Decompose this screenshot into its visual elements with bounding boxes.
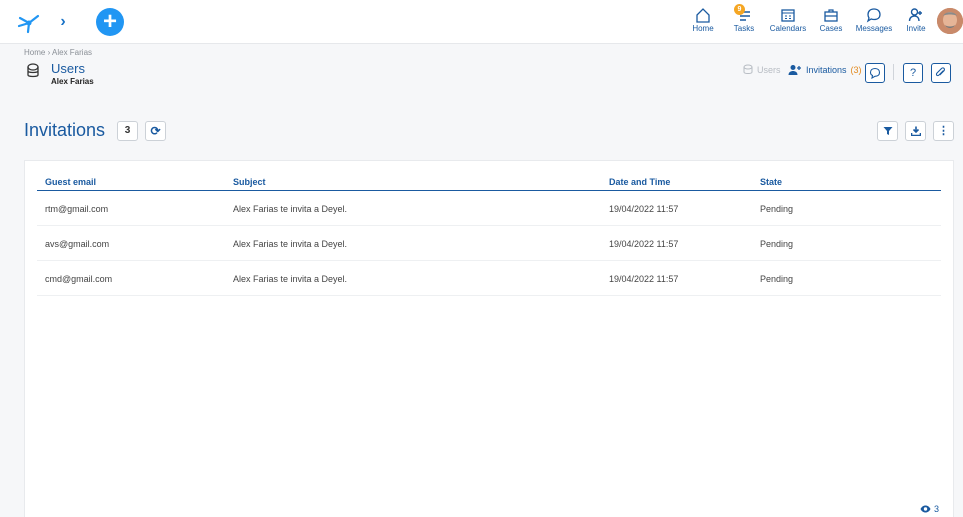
invitations-link-count: (3) bbox=[850, 65, 862, 75]
users-entity-icon bbox=[27, 63, 39, 78]
invitations-panel: Guest email Subject Date and Time State … bbox=[24, 160, 954, 517]
more-options-button[interactable]: ⋮ bbox=[933, 121, 954, 141]
more-vertical-icon: ⋮ bbox=[938, 125, 949, 137]
entity-subtitle: Alex Farias bbox=[51, 77, 94, 86]
users-link[interactable]: Users bbox=[743, 64, 781, 75]
calendar-icon bbox=[781, 9, 795, 22]
cell-date-time: 19/04/2022 11:57 bbox=[609, 204, 679, 214]
download-button[interactable] bbox=[905, 121, 926, 141]
nav-messages-label: Messages bbox=[855, 24, 893, 33]
nav-cases-label: Cases bbox=[819, 24, 843, 33]
users-db-icon bbox=[743, 64, 753, 74]
cell-subject: Alex Farias te invita a Deyel. bbox=[233, 204, 348, 214]
comments-button[interactable] bbox=[865, 63, 885, 83]
nav-tasks[interactable]: 9 Tasks bbox=[731, 4, 757, 39]
table-row[interactable]: cmd@gmail.com Alex Farias te invita a De… bbox=[37, 261, 941, 296]
app-logo-icon[interactable] bbox=[16, 10, 42, 34]
nav-invite-label: Invite bbox=[906, 24, 926, 33]
nav-cases[interactable]: Cases bbox=[818, 7, 844, 39]
nav-calendars-label: Calendars bbox=[769, 24, 807, 33]
cell-date-time: 19/04/2022 11:57 bbox=[609, 239, 679, 249]
entity-title: Users bbox=[51, 61, 85, 76]
users-link-label: Users bbox=[757, 64, 781, 75]
help-icon: ? bbox=[909, 67, 917, 79]
user-avatar[interactable] bbox=[937, 8, 963, 34]
header-divider bbox=[893, 64, 894, 80]
add-user-icon bbox=[908, 8, 922, 22]
cell-state: Pending bbox=[760, 274, 794, 284]
column-header-guest-email[interactable]: Guest email bbox=[45, 177, 96, 187]
invitations-table: Guest email Subject Date and Time State … bbox=[37, 175, 941, 296]
attachment-button[interactable] bbox=[931, 63, 951, 83]
views-counter: 3 bbox=[920, 504, 939, 514]
nav-invite[interactable]: Invite bbox=[904, 7, 928, 39]
cell-state: Pending bbox=[760, 239, 794, 249]
home-icon bbox=[696, 8, 710, 23]
tasks-badge: 9 bbox=[734, 4, 745, 15]
download-icon bbox=[910, 126, 921, 137]
nav-calendars[interactable]: Calendars bbox=[769, 7, 807, 39]
refresh-icon: ⟳ bbox=[150, 124, 161, 138]
cell-guest-email: avs@gmail.com bbox=[45, 239, 110, 249]
top-bar: › + Home 9 Tasks Calendars Cases Message… bbox=[0, 0, 963, 44]
filter-icon bbox=[883, 127, 892, 135]
result-count: 3 bbox=[117, 121, 138, 141]
table-header: Guest email Subject Date and Time State bbox=[37, 175, 941, 191]
nav-home-label: Home bbox=[692, 24, 714, 33]
page-title: Invitations bbox=[24, 120, 106, 140]
invitations-link-label: Invitations bbox=[806, 65, 847, 75]
briefcase-icon bbox=[824, 9, 838, 22]
expand-menu-icon[interactable]: › bbox=[55, 14, 71, 30]
filter-button[interactable] bbox=[877, 121, 898, 141]
cell-guest-email: cmd@gmail.com bbox=[45, 274, 113, 284]
column-header-date-time[interactable]: Date and Time bbox=[609, 177, 670, 187]
cell-state: Pending bbox=[760, 204, 794, 214]
views-count: 3 bbox=[934, 504, 940, 514]
paperclip-icon bbox=[935, 67, 945, 77]
avatar-face-icon bbox=[937, 8, 963, 34]
refresh-button[interactable]: ⟳ bbox=[145, 121, 166, 141]
invite-user-icon bbox=[788, 65, 801, 75]
nav-messages[interactable]: Messages bbox=[855, 7, 893, 39]
create-new-button[interactable]: + bbox=[96, 8, 124, 36]
cell-guest-email: rtm@gmail.com bbox=[45, 204, 109, 214]
invitations-link[interactable]: Invitations (3) bbox=[788, 64, 862, 76]
nav-tasks-label: Tasks bbox=[733, 24, 755, 33]
help-button[interactable]: ? bbox=[903, 63, 923, 83]
table-row[interactable]: avs@gmail.com Alex Farias te invita a De… bbox=[37, 226, 941, 261]
cell-subject: Alex Farias te invita a Deyel. bbox=[233, 274, 348, 284]
column-header-subject[interactable]: Subject bbox=[233, 177, 266, 187]
comment-icon bbox=[869, 67, 881, 80]
nav-home[interactable]: Home bbox=[690, 7, 716, 39]
breadcrumb[interactable]: Home › Alex Farias bbox=[24, 48, 92, 57]
column-header-state[interactable]: State bbox=[760, 177, 782, 187]
cell-subject: Alex Farias te invita a Deyel. bbox=[233, 239, 348, 249]
table-row[interactable]: rtm@gmail.com Alex Farias te invita a De… bbox=[37, 191, 941, 226]
chat-bubble-icon bbox=[866, 8, 881, 23]
cell-date-time: 19/04/2022 11:57 bbox=[609, 274, 679, 284]
eye-icon bbox=[920, 505, 931, 513]
